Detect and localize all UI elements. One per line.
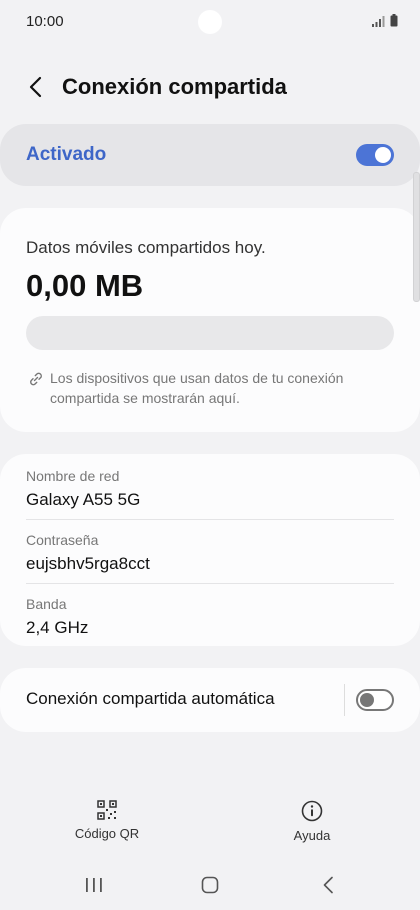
back-icon	[323, 876, 333, 894]
usage-label: Datos móviles compartidos hoy.	[26, 238, 266, 257]
info-icon	[301, 800, 323, 822]
bottom-action-bar: Código QR Ayuda	[0, 800, 420, 854]
camera-cutout	[198, 10, 222, 34]
status-bar: 10:00	[0, 0, 420, 44]
data-usage-card: Datos móviles compartidos hoy. 0,00 MB L…	[0, 208, 420, 432]
master-toggle[interactable]	[356, 144, 394, 166]
toggle-knob	[375, 147, 391, 163]
back-nav-button[interactable]	[308, 872, 348, 898]
toggle-knob	[360, 693, 374, 707]
help-button[interactable]: Ayuda	[262, 800, 362, 854]
qr-code-icon	[97, 800, 117, 820]
qr-code-label: Código QR	[74, 826, 140, 841]
network-name-label: Nombre de red	[26, 468, 120, 484]
help-label: Ayuda	[293, 828, 331, 843]
status-icons	[372, 14, 398, 27]
recent-apps-button[interactable]	[74, 872, 114, 898]
auto-hotspot-row[interactable]: Conexión compartida automática	[0, 668, 420, 732]
master-switch-row[interactable]: Activado	[0, 124, 420, 186]
band-value: 2,4 GHz	[26, 618, 89, 637]
chevron-left-icon	[29, 76, 42, 98]
auto-hotspot-toggle[interactable]	[356, 689, 394, 711]
info-text: Los dispositivos que usan datos de tu co…	[50, 368, 343, 408]
link-icon	[30, 372, 42, 386]
usage-progress-bar	[26, 316, 394, 350]
signal-icon	[372, 16, 385, 27]
band-row[interactable]: Banda 2,4 GHz	[26, 596, 394, 638]
password-row[interactable]: Contraseña eujsbhv5rga8cct	[26, 532, 394, 574]
network-name-value: Galaxy A55 5G	[26, 490, 141, 509]
auto-hotspot-label: Conexión compartida automática	[26, 689, 275, 708]
status-time: 10:00	[26, 13, 64, 30]
qr-code-button[interactable]: Código QR	[57, 800, 157, 854]
home-icon	[201, 876, 219, 894]
system-nav-bar	[0, 862, 420, 906]
password-value: eujsbhv5rga8cct	[26, 554, 150, 573]
info-text-line1: Los dispositivos que usan datos de tu co…	[50, 370, 344, 386]
connected-devices-info: Los dispositivos que usan datos de tu co…	[28, 368, 398, 408]
divider	[26, 583, 394, 584]
recent-apps-icon	[86, 878, 102, 892]
info-text-line2: compartida se mostrarán aquí.	[50, 390, 240, 406]
divider	[26, 519, 394, 520]
scrollbar[interactable]	[413, 172, 420, 302]
battery-icon	[390, 14, 398, 27]
network-name-row[interactable]: Nombre de red Galaxy A55 5G	[26, 468, 394, 510]
app-header: Conexión compartida	[0, 58, 420, 118]
password-label: Contraseña	[26, 532, 99, 548]
band-label: Banda	[26, 596, 67, 612]
master-switch-label: Activado	[26, 144, 107, 165]
usage-value: 0,00 MB	[26, 268, 144, 303]
page-title: Conexión compartida	[62, 74, 287, 99]
back-button[interactable]	[20, 72, 50, 102]
network-settings-card: Nombre de red Galaxy A55 5G Contraseña e…	[0, 454, 420, 646]
home-button[interactable]	[190, 872, 230, 898]
vertical-divider	[344, 684, 345, 716]
